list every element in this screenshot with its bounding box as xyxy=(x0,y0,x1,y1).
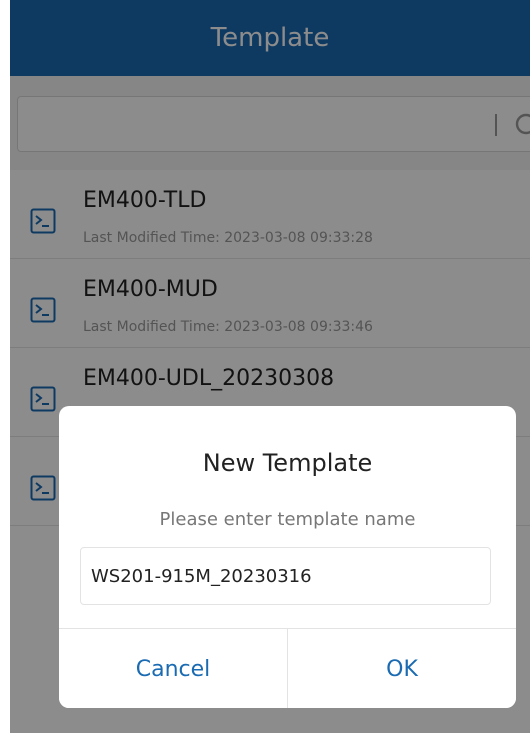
new-template-dialog: New Template Please enter template name … xyxy=(59,406,516,708)
cancel-button[interactable]: Cancel xyxy=(59,629,287,708)
dialog-title: New Template xyxy=(202,449,373,477)
dialog-hint: Please enter template name xyxy=(159,509,416,530)
template-name-input[interactable] xyxy=(80,547,491,605)
dialog-footer: Cancel OK xyxy=(59,628,516,708)
ok-button[interactable]: OK xyxy=(287,629,516,708)
